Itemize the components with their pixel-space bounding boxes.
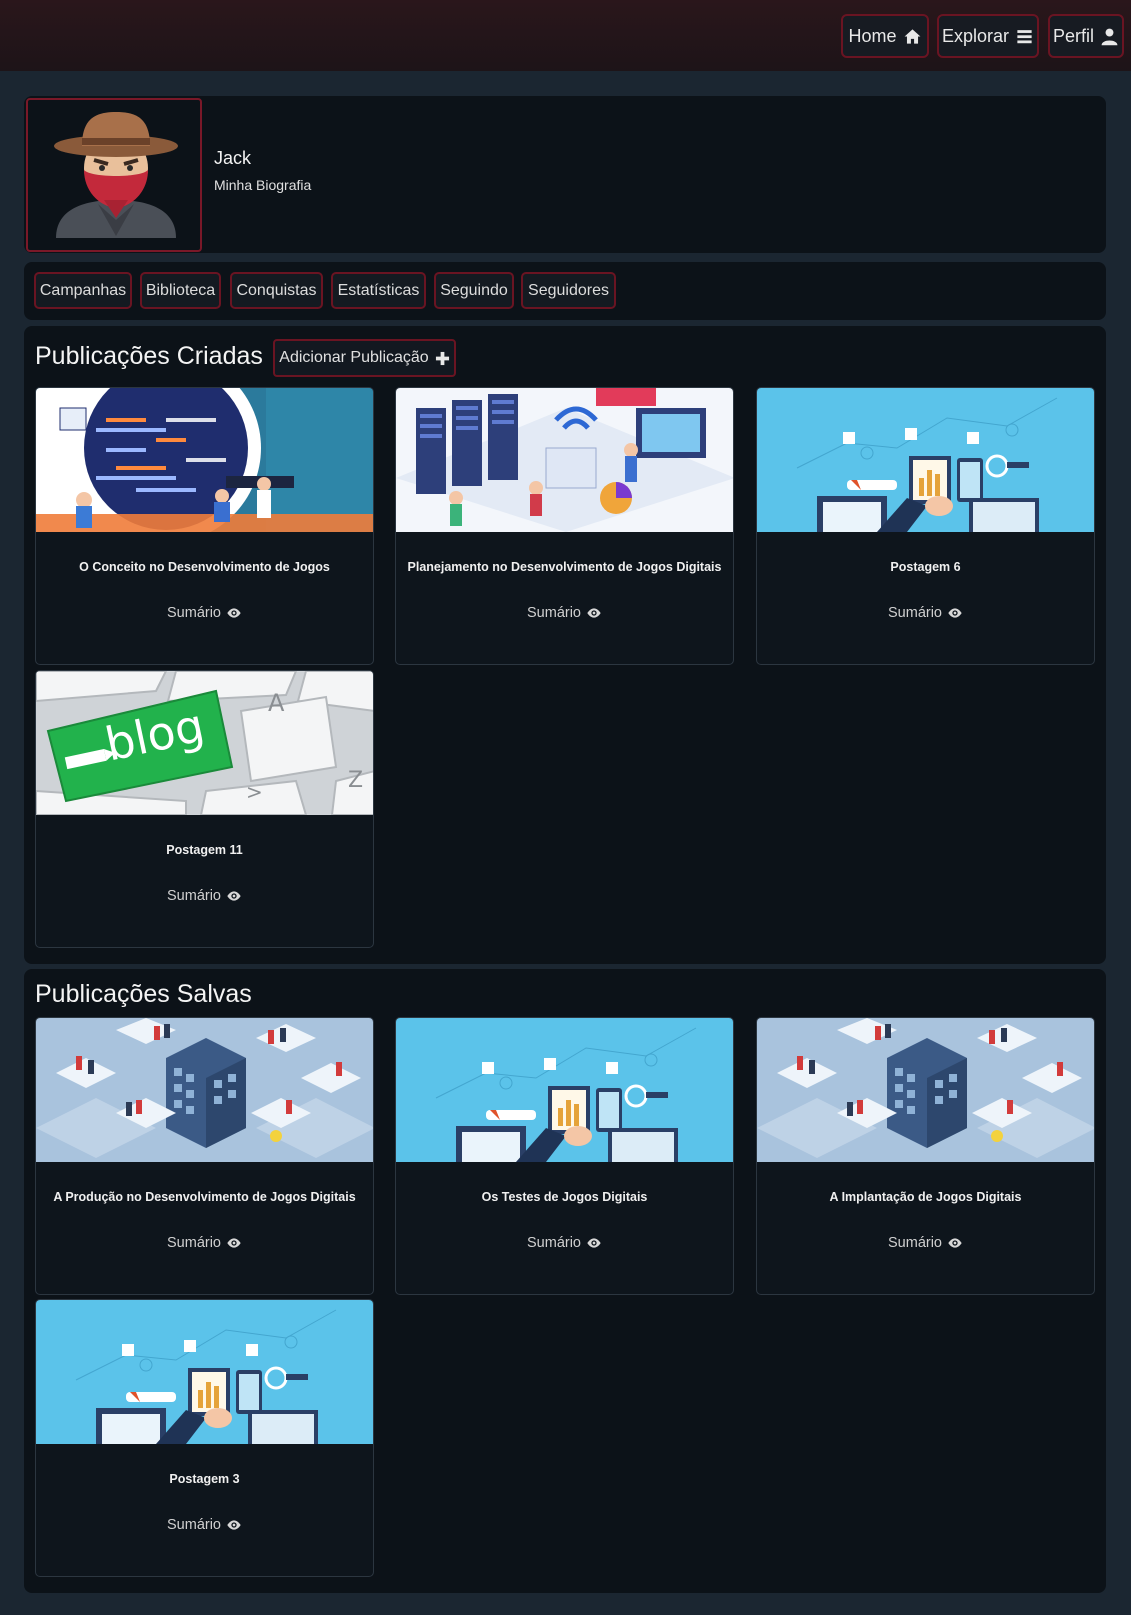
card-image (36, 1300, 374, 1444)
card-image (396, 1018, 734, 1162)
svg-text:Z: Z (348, 768, 363, 793)
card-summary-label: Sumário (167, 1517, 221, 1533)
eye-icon (227, 1520, 241, 1530)
card-summary-label: Sumário (527, 1235, 581, 1251)
tab-estatisticas[interactable]: Estatísticas (331, 272, 426, 309)
created-section-title: Publicações Criadas (35, 342, 263, 370)
card-summary-link[interactable]: Sumário (757, 1235, 1094, 1251)
user-icon (1101, 28, 1118, 45)
card-summary-label: Sumário (888, 605, 942, 621)
card-summary-label: Sumário (167, 888, 221, 904)
eye-icon (227, 608, 241, 618)
svg-text:A: A (268, 689, 285, 717)
eye-icon (227, 1238, 241, 1248)
top-navbar: Home Explorar Perfil (0, 0, 1131, 71)
profile-panel: Jack Minha Biografia (24, 96, 1106, 253)
publication-card[interactable]: A Implantação de Jogos Digitais Sumário (756, 1017, 1095, 1295)
card-title: Os Testes de Jogos Digitais (481, 1190, 648, 1204)
card-title: Postagem 6 (890, 560, 961, 574)
nav-home-label: Home (848, 25, 897, 46)
nav-explore-label: Explorar (941, 25, 1010, 46)
card-title: Postagem 11 (166, 843, 243, 857)
card-summary-link[interactable]: Sumário (36, 1235, 373, 1251)
plus-icon (435, 351, 449, 365)
profile-bio: Minha Biografia (214, 177, 312, 193)
eye-icon (227, 891, 241, 901)
card-title: Planejamento no Desenvolvimento de Jogos… (407, 560, 722, 574)
publication-card[interactable]: Os Testes de Jogos Digitais Sumário (395, 1017, 734, 1295)
publication-card[interactable]: O Conceito no Desenvolvimento de Jogos S… (35, 387, 374, 665)
home-icon (904, 28, 920, 44)
card-summary-label: Sumário (888, 1235, 942, 1251)
card-summary-label: Sumário (527, 605, 581, 621)
publication-card[interactable]: A Produção no Desenvolvimento de Jogos D… (35, 1017, 374, 1295)
analytics-devices-illustration (36, 1300, 374, 1444)
bandit-avatar-icon (54, 112, 178, 238)
add-publication-label: Adicionar Publicação (279, 349, 429, 366)
card-summary-label: Sumário (167, 1235, 221, 1251)
tab-conquistas[interactable]: Conquistas (230, 272, 323, 309)
analytics-devices-illustration (396, 1018, 734, 1162)
card-image (36, 388, 373, 532)
publication-card[interactable]: Planejamento no Desenvolvimento de Jogos… (395, 387, 734, 665)
profile-tabs-bar: Campanhas Biblioteca Conquistas Estatíst… (24, 262, 1106, 320)
eye-icon (587, 608, 601, 618)
publication-card[interactable]: Postagem 6 Sumário (756, 387, 1095, 665)
card-summary-link[interactable]: Sumário (36, 1517, 373, 1533)
card-image (396, 388, 733, 532)
add-publication-button[interactable]: Adicionar Publicação (273, 339, 456, 377)
card-image (36, 1018, 374, 1162)
card-title: Postagem 3 (169, 1472, 240, 1486)
card-title: A Implantação de Jogos Digitais (829, 1190, 1022, 1204)
card-summary-link[interactable]: Sumário (36, 605, 373, 621)
card-summary-link[interactable]: Sumário (396, 1235, 733, 1251)
nav-explore-button[interactable]: Explorar (937, 14, 1039, 58)
nav-profile-label: Perfil (1052, 25, 1094, 46)
isometric-office-illustration (757, 1018, 1095, 1162)
eye-icon (948, 608, 962, 618)
nav-profile-button[interactable]: Perfil (1048, 14, 1124, 58)
card-title: O Conceito no Desenvolvimento de Jogos (79, 560, 330, 574)
saved-section-title: Publicações Salvas (35, 980, 252, 1008)
created-publications-section: Publicações Criadas Adicionar Publicação (24, 326, 1106, 964)
card-image (757, 1018, 1095, 1162)
card-image: blog A > Z (36, 671, 373, 815)
card-summary-label: Sumário (167, 605, 221, 621)
card-summary-link[interactable]: Sumário (396, 605, 733, 621)
profile-username: Jack (214, 148, 252, 168)
tab-biblioteca[interactable]: Biblioteca (140, 272, 221, 309)
card-title: A Produção no Desenvolvimento de Jogos D… (53, 1190, 356, 1204)
card-summary-link[interactable]: Sumário (36, 888, 373, 904)
tab-seguidores[interactable]: Seguidores (521, 272, 616, 309)
blog-keyboard-photo: blog A > Z (36, 671, 373, 815)
tab-seguindo[interactable]: Seguindo (434, 272, 514, 309)
nav-home-button[interactable]: Home (841, 14, 929, 58)
publication-card[interactable]: blog A > Z Postagem 11 Sumário (35, 670, 374, 948)
publication-card[interactable]: Postagem 3 Sumário (35, 1299, 374, 1577)
data-center-illustration (396, 388, 733, 532)
isometric-office-illustration (36, 1018, 374, 1162)
analytics-devices-illustration (757, 388, 1095, 532)
card-summary-link[interactable]: Sumário (757, 605, 1094, 621)
avatar[interactable] (26, 98, 202, 252)
card-image (757, 388, 1095, 532)
saved-publications-section: Publicações Salvas A Produção no Desenvo… (24, 969, 1106, 1593)
eye-icon (948, 1238, 962, 1248)
svg-text:>: > (246, 780, 263, 804)
tab-campanhas[interactable]: Campanhas (34, 272, 132, 309)
developers-code-illustration (36, 388, 373, 532)
menu-bars-icon (1017, 29, 1032, 43)
eye-icon (587, 1238, 601, 1248)
